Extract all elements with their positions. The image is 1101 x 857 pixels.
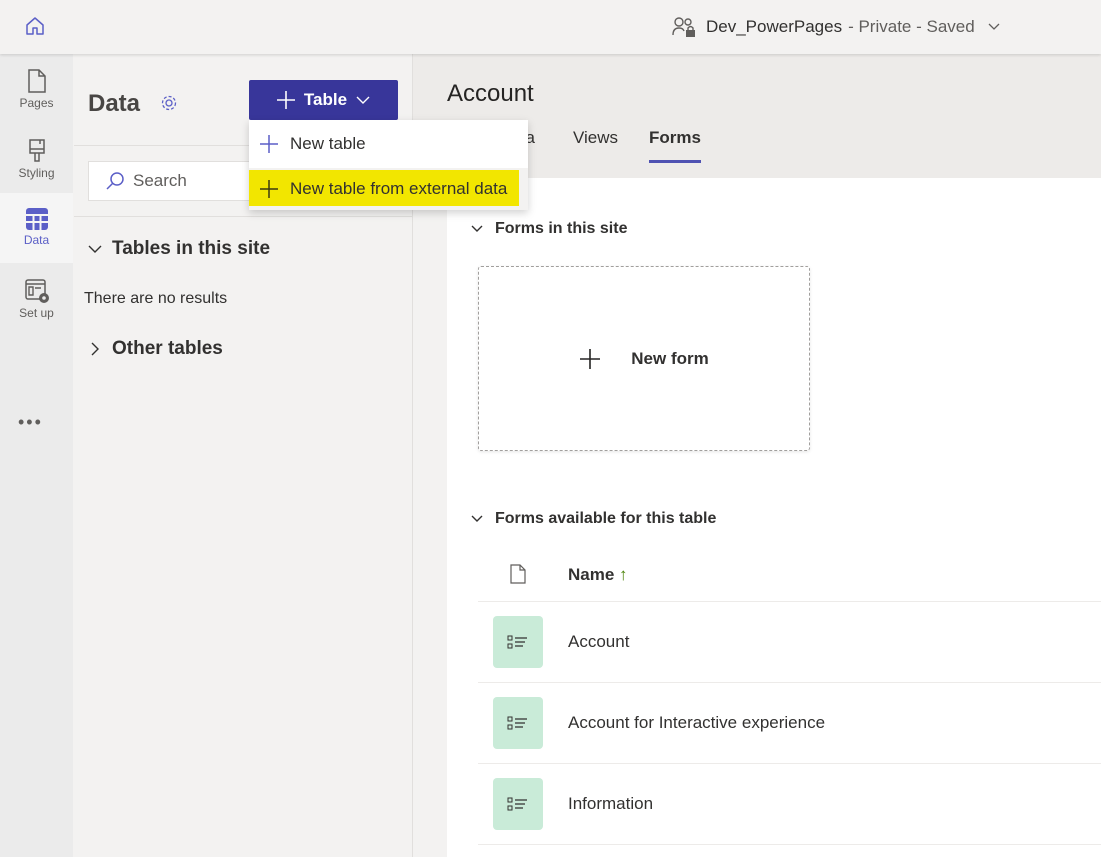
section-label: Forms in this site <box>495 220 628 237</box>
form-name[interactable]: Account for Interactive experience <box>568 713 825 733</box>
rail-item-pages[interactable]: Pages <box>0 54 73 124</box>
search-placeholder: Search <box>133 171 187 190</box>
chevron-down-icon <box>88 245 102 253</box>
menu-item-new-table[interactable]: New table <box>249 123 528 165</box>
form-icon <box>493 616 543 668</box>
search-input[interactable]: Search <box>88 161 268 201</box>
file-type-icon <box>510 564 526 584</box>
more-icon[interactable]: ••• <box>18 412 43 433</box>
section-label: Forms available for this table <box>495 510 717 527</box>
button-label: Table <box>303 90 348 109</box>
top-bar: Dev_PowerPages - Private - Saved <box>0 0 1101 54</box>
rail-label: Set up <box>19 306 54 320</box>
chevron-down-icon <box>356 96 370 104</box>
forms-available-toggle[interactable]: Forms available for this table <box>471 510 716 528</box>
other-tables-toggle[interactable]: Other tables <box>88 338 223 360</box>
plus-icon <box>260 180 278 198</box>
no-results-text: There are no results <box>84 290 228 307</box>
table-row[interactable]: Account for Interactive experience <box>478 683 1101 764</box>
new-form-label: New form <box>631 348 709 368</box>
chevron-right-icon <box>91 342 99 356</box>
table-row[interactable]: Information <box>478 764 1101 845</box>
menu-item-new-table-external[interactable]: New table from external data <box>249 168 528 210</box>
plus-icon <box>276 91 295 109</box>
forms-content: Forms in this site New form Forms availa… <box>447 178 1101 857</box>
form-name[interactable]: Information <box>568 794 653 814</box>
rail-label: Pages <box>19 96 54 110</box>
divider <box>74 216 413 217</box>
table-dropdown-menu: New table New table from external data <box>249 120 528 210</box>
rail-item-setup[interactable]: Set up <box>0 264 73 334</box>
left-rail: Pages Styling Data Set up ••• <box>0 54 73 857</box>
form-icon <box>493 697 543 749</box>
search-icon <box>106 172 124 190</box>
setup-gear-icon <box>24 279 49 303</box>
form-name[interactable]: Account <box>568 632 629 652</box>
site-status: - Private - Saved <box>848 17 975 36</box>
paintbrush-icon <box>28 139 45 162</box>
site-name: Dev_PowerPages <box>706 17 843 36</box>
page-icon <box>27 69 46 93</box>
table-row[interactable]: Account <box>478 602 1101 683</box>
menu-item-label: New table <box>290 134 366 153</box>
add-table-button[interactable]: Table <box>249 80 398 120</box>
tables-in-site-toggle[interactable]: Tables in this site <box>88 238 270 260</box>
rail-item-styling[interactable]: Styling <box>0 124 73 194</box>
section-label: Tables in this site <box>112 238 271 259</box>
form-icon <box>493 778 543 830</box>
table-icon <box>25 208 48 230</box>
rail-label: Styling <box>18 166 55 180</box>
rail-label: Data <box>23 233 50 247</box>
plus-icon <box>260 135 278 153</box>
tab-views[interactable]: Views <box>573 128 618 148</box>
chevron-down-icon <box>471 515 483 522</box>
sort-ascending-icon: ↑ <box>619 565 628 584</box>
menu-item-label: New table from external data <box>290 179 508 198</box>
site-selector[interactable]: Dev_PowerPages - Private - Saved <box>672 16 1011 38</box>
home-icon[interactable] <box>24 15 46 42</box>
forms-in-site-toggle[interactable]: Forms in this site <box>471 220 627 238</box>
plus-icon <box>580 348 601 369</box>
table-title: Account <box>447 80 534 107</box>
column-label: Name <box>568 565 615 584</box>
name-column-header[interactable]: Name ↑ <box>568 565 628 585</box>
chevron-down-icon <box>988 23 1000 30</box>
rail-item-data[interactable]: Data <box>0 193 73 263</box>
section-label: Other tables <box>112 338 223 359</box>
chevron-down-icon <box>471 225 483 232</box>
gear-icon[interactable] <box>160 94 178 112</box>
table-header-row: Name ↑ <box>478 554 1101 602</box>
tab-forms[interactable]: Forms <box>649 128 701 163</box>
panel-title: Data <box>88 90 141 117</box>
people-lock-icon <box>672 17 695 37</box>
new-form-card[interactable]: New form <box>478 266 810 451</box>
